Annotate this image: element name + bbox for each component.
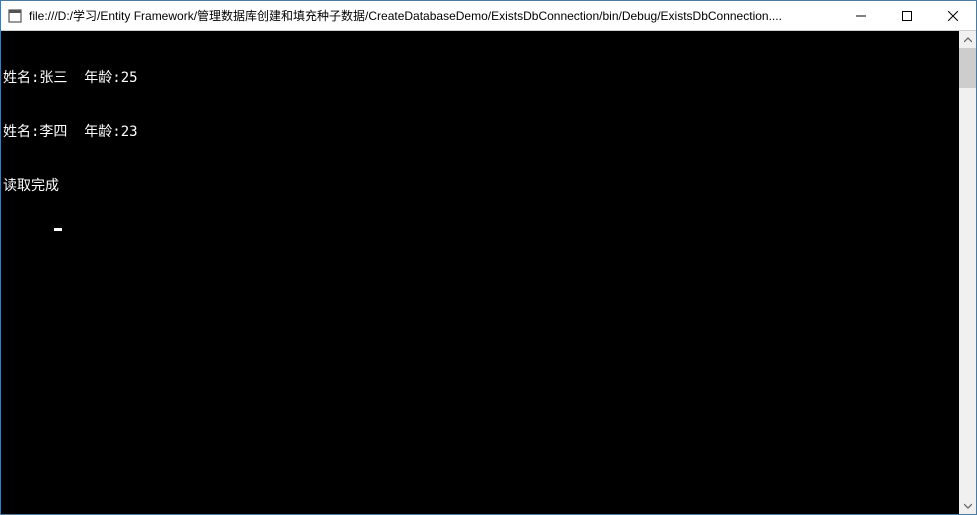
console-area: 姓名:张三 年龄:25 姓名:李四 年龄:23 读取完成 bbox=[1, 31, 976, 514]
maximize-button[interactable] bbox=[884, 1, 930, 30]
scroll-down-button[interactable] bbox=[959, 497, 976, 514]
window-controls bbox=[838, 1, 976, 30]
vertical-scrollbar[interactable] bbox=[959, 31, 976, 514]
text-cursor bbox=[54, 228, 62, 231]
titlebar: file:///D:/学习/Entity Framework/管理数据库创建和填… bbox=[1, 1, 976, 31]
minimize-button[interactable] bbox=[838, 1, 884, 30]
chevron-down-icon bbox=[964, 502, 972, 510]
console-output[interactable]: 姓名:张三 年龄:25 姓名:李四 年龄:23 读取完成 bbox=[1, 31, 959, 514]
scroll-up-button[interactable] bbox=[959, 31, 976, 48]
chevron-up-icon bbox=[964, 36, 972, 44]
console-line: 姓名:李四 年龄:23 bbox=[3, 123, 959, 141]
app-icon bbox=[7, 8, 23, 24]
close-button[interactable] bbox=[930, 1, 976, 30]
scroll-track[interactable] bbox=[959, 48, 976, 497]
console-line: 姓名:张三 年龄:25 bbox=[3, 69, 959, 87]
console-line: 读取完成 bbox=[3, 177, 959, 195]
scroll-thumb[interactable] bbox=[959, 48, 976, 88]
window-title: file:///D:/学习/Entity Framework/管理数据库创建和填… bbox=[29, 7, 838, 24]
console-window: file:///D:/学习/Entity Framework/管理数据库创建和填… bbox=[0, 0, 977, 515]
